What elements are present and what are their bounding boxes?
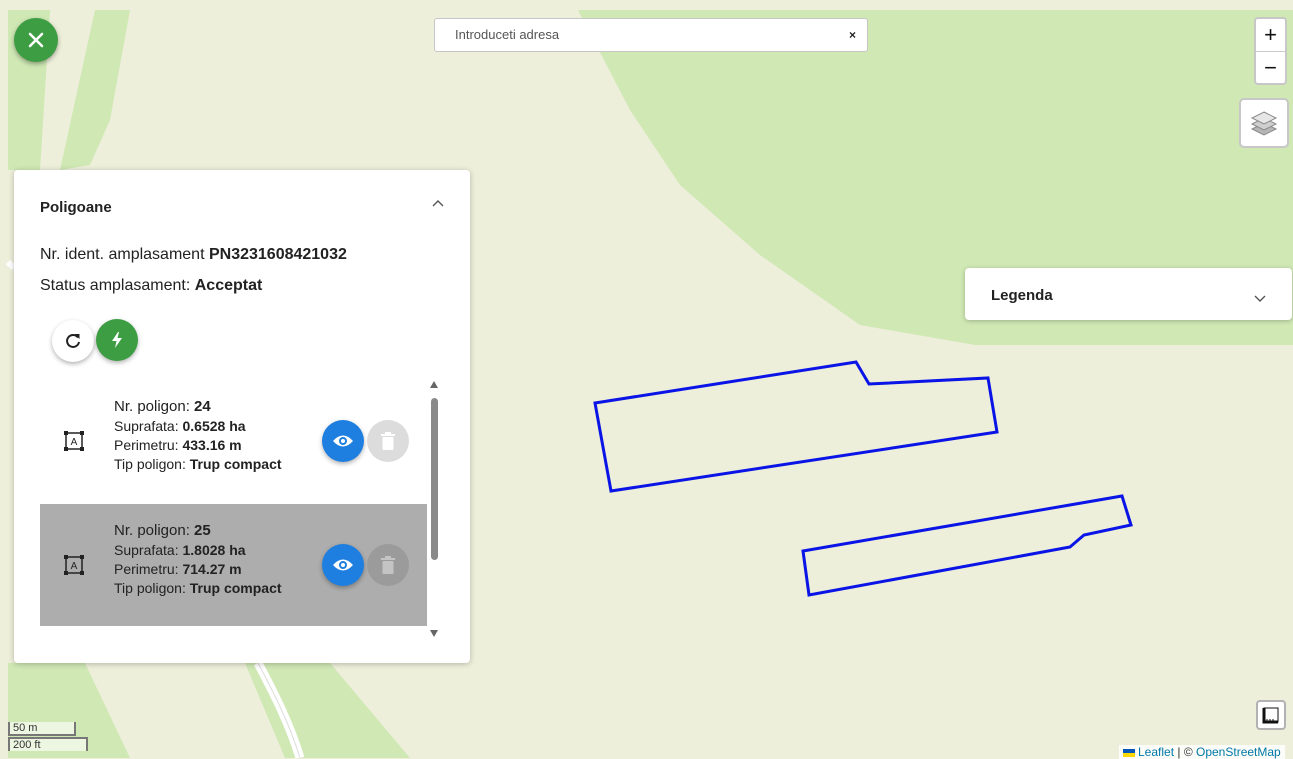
- ruler-icon: [1262, 707, 1279, 724]
- polygon-nr-label: Nr. poligon:: [114, 522, 195, 539]
- legend-panel[interactable]: Legenda: [965, 268, 1292, 320]
- polygon-list-item: A Nr. poligon: 24 Suprafata: 0.6528 ha P…: [40, 380, 427, 502]
- trash-icon: [381, 432, 395, 450]
- chevron-up-icon[interactable]: [431, 196, 445, 210]
- polygon-list-item-selected: A Nr. poligon: 25 Suprafata: 1.8028 ha P…: [40, 504, 427, 626]
- trash-icon: [381, 556, 395, 574]
- polygon-type-label: Tip poligon:: [114, 456, 190, 472]
- scrollbar-thumb[interactable]: [431, 398, 438, 560]
- clear-search-button[interactable]: ×: [849, 28, 856, 42]
- polygon-shape-icon: A: [64, 431, 84, 451]
- polygon-area: 0.6528 ha: [182, 418, 246, 434]
- site-status-label: Status amplasament:: [40, 277, 195, 294]
- site-id-label: Nr. ident. amplasament: [40, 246, 209, 263]
- eye-icon: [333, 435, 353, 447]
- refresh-button[interactable]: [52, 320, 94, 362]
- bolt-button[interactable]: [96, 319, 138, 361]
- legend-title: Legenda: [991, 287, 1053, 304]
- chevron-down-icon[interactable]: [1253, 291, 1267, 305]
- map-attribution: Leaflet | © OpenStreetMap: [1119, 745, 1285, 759]
- zoom-out-button[interactable]: −: [1256, 52, 1285, 84]
- scroll-down-arrow[interactable]: [430, 630, 438, 637]
- panel-title: Poligoane: [40, 199, 112, 216]
- polygon-type: Trup compact: [189, 580, 282, 596]
- layers-icon: [1250, 111, 1278, 136]
- site-id-value: PN3231608421032: [208, 246, 347, 263]
- refresh-icon: [66, 333, 80, 348]
- polygon-area-label: Suprafata:: [114, 542, 183, 558]
- close-button[interactable]: [14, 18, 58, 62]
- polygon-shape-icon: A: [64, 555, 84, 575]
- site-status-value: Acceptat: [194, 277, 263, 294]
- svg-text:A: A: [71, 437, 78, 448]
- zoom-control: + −: [1254, 17, 1287, 85]
- attribution-separator: | ©: [1174, 745, 1196, 759]
- delete-polygon-button[interactable]: [367, 544, 409, 586]
- polygon-perimeter-label: Perimetru:: [114, 437, 183, 453]
- polygon-type-label: Tip poligon:: [114, 580, 190, 596]
- view-polygon-button[interactable]: [322, 420, 364, 462]
- layers-button[interactable]: [1239, 98, 1289, 148]
- polygon-perimeter: 714.27 m: [182, 561, 242, 577]
- polygon-list: A Nr. poligon: 24 Suprafata: 0.6528 ha P…: [40, 380, 440, 636]
- close-icon: [28, 32, 44, 48]
- site-status-line: Status amplasament: Acceptat: [40, 277, 262, 295]
- lightning-icon: [112, 332, 122, 348]
- scale-imperial: 200 ft: [8, 737, 88, 751]
- zoom-in-button[interactable]: +: [1256, 19, 1285, 52]
- osm-link[interactable]: OpenStreetMap: [1196, 745, 1281, 759]
- address-search: ×: [434, 18, 868, 52]
- polygon-area: 1.8028 ha: [182, 542, 246, 558]
- address-search-input[interactable]: [453, 26, 837, 43]
- ukraine-flag-icon: [1123, 748, 1135, 757]
- scale-bar: 50 m 200 ft: [8, 722, 88, 751]
- polygon-nr: 24: [194, 398, 211, 415]
- polygon-perimeter: 433.16 m: [182, 437, 242, 453]
- polygon-nr: 25: [194, 522, 211, 539]
- measure-button[interactable]: [1256, 700, 1286, 730]
- polygon-perimeter-label: Perimetru:: [114, 561, 183, 577]
- svg-text:A: A: [71, 561, 78, 572]
- delete-polygon-button[interactable]: [367, 420, 409, 462]
- polygons-panel: Poligoane Nr. ident. amplasament PN32316…: [14, 170, 470, 663]
- polygon-nr-label: Nr. poligon:: [114, 398, 195, 415]
- scale-metric: 50 m: [8, 722, 76, 736]
- view-polygon-button[interactable]: [322, 544, 364, 586]
- polygon-type: Trup compact: [189, 456, 282, 472]
- eye-icon: [333, 559, 353, 571]
- scroll-up-arrow[interactable]: [430, 381, 438, 388]
- polygon-area-label: Suprafata:: [114, 418, 183, 434]
- leaflet-link[interactable]: Leaflet: [1138, 745, 1174, 759]
- site-id-line: Nr. ident. amplasament PN3231608421032: [40, 246, 347, 264]
